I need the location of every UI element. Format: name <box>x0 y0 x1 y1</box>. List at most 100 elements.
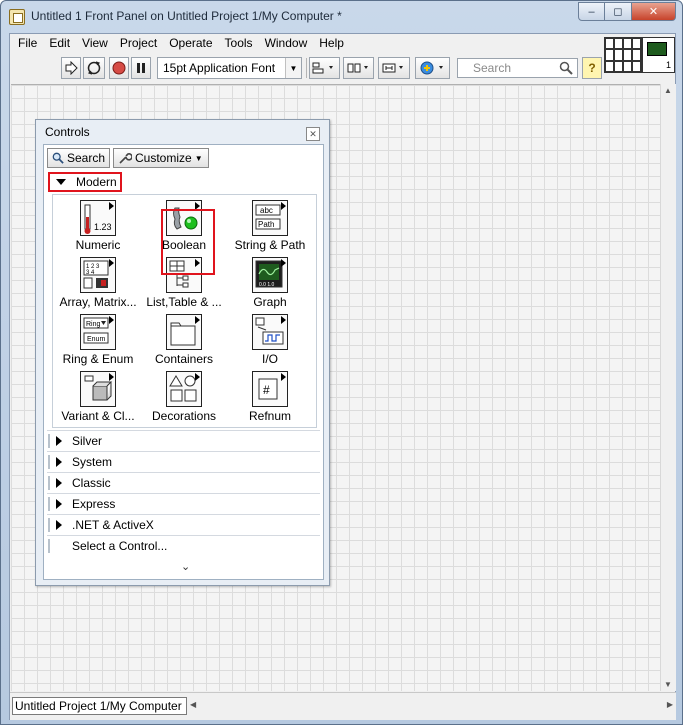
category-label: .NET & ActiveX <box>72 517 154 532</box>
category-silver[interactable]: Silver <box>47 430 320 450</box>
svg-text:Path: Path <box>258 220 274 229</box>
palette-item-label: List,Table & ... <box>146 295 222 309</box>
palette-item-label: Array, Matrix... <box>59 295 137 309</box>
palette-item-graph[interactable]: 0.0 1.0 Graph <box>225 255 315 311</box>
labview-app-icon <box>9 9 25 25</box>
collapsed-triangle-icon <box>56 456 62 467</box>
palette-item-label: Variant & Cl... <box>61 409 135 423</box>
select-a-control[interactable]: Select a Control... <box>47 535 320 555</box>
minimize-button[interactable]: – <box>578 2 605 21</box>
menu-tools[interactable]: Tools <box>219 34 259 54</box>
menu-edit[interactable]: Edit <box>43 34 76 54</box>
font-dropdown[interactable]: 15pt Application Font ▼ <box>157 57 302 79</box>
palette-item-decorations[interactable]: Decorations <box>139 369 229 425</box>
run-continuously-button[interactable] <box>83 57 105 79</box>
scroll-left-icon[interactable]: ◀ <box>190 700 196 709</box>
category-label: Express <box>72 496 116 511</box>
palette-item-array-matrix[interactable]: 1 2 33 4 Array, Matrix... <box>53 255 143 311</box>
palette-item-label: String & Path <box>234 238 306 252</box>
category-express[interactable]: Express <box>47 493 320 513</box>
palette-item-numeric[interactable]: 1.23 Numeric <box>53 198 143 254</box>
palette-item-label: Containers <box>154 352 214 366</box>
search-icon <box>52 152 64 164</box>
vertical-scrollbar[interactable]: ▲ ▼ <box>660 84 676 691</box>
io-icon <box>252 314 288 350</box>
controls-palette[interactable]: Controls ✕ Search Customize ▼ Modern 1.2 <box>35 119 330 586</box>
palette-item-ring-enum[interactable]: Ring Enum Ring & Enum <box>53 312 143 368</box>
category-modern[interactable]: Modern <box>48 172 122 192</box>
palette-item-io[interactable]: I/O <box>225 312 315 368</box>
search-input[interactable]: Search <box>457 58 578 78</box>
chevron-down-icon: ▼ <box>194 153 203 163</box>
vi-icon[interactable]: 1 <box>642 37 675 73</box>
palette-close-button[interactable]: ✕ <box>306 127 320 141</box>
palette-search-button[interactable]: Search <box>47 148 110 168</box>
project-context-path[interactable]: Untitled Project 1/My Computer <box>12 697 187 715</box>
resize-objects-button[interactable] <box>378 57 410 79</box>
run-continuously-icon <box>87 61 101 75</box>
menu-help[interactable]: Help <box>313 34 350 54</box>
category-dotnet-activex[interactable]: .NET & ActiveX <box>47 514 320 534</box>
reorder-button[interactable] <box>415 57 450 79</box>
palette-body: Search Customize ▼ Modern 1.23 Numeric B… <box>43 144 324 580</box>
numeric-icon: 1.23 <box>80 200 116 236</box>
palette-item-label: I/O <box>261 352 278 366</box>
context-help-button[interactable]: ? <box>582 57 602 79</box>
palette-item-label: Ring & Enum <box>62 352 134 366</box>
decorations-icon <box>166 371 202 407</box>
svg-text:3 4: 3 4 <box>86 270 95 276</box>
palette-item-label: Graph <box>253 295 287 309</box>
svg-text:0.0 1.0: 0.0 1.0 <box>259 282 275 288</box>
vi-icon-number: 1 <box>665 60 671 70</box>
category-system[interactable]: System <box>47 451 320 471</box>
font-dropdown-value: 15pt Application Font <box>163 61 276 75</box>
svg-text:1.23: 1.23 <box>94 222 112 232</box>
menu-project[interactable]: Project <box>114 34 163 54</box>
ring-enum-icon: Ring Enum <box>80 314 116 350</box>
menu-operate[interactable]: Operate <box>163 34 218 54</box>
palette-item-label: Decorations <box>151 409 217 423</box>
scroll-down-icon[interactable]: ▼ <box>664 680 672 689</box>
search-placeholder: Search <box>473 61 512 75</box>
category-label: Classic <box>72 475 111 490</box>
title-bar[interactable]: Untitled 1 Front Panel on Untitled Proje… <box>1 1 683 33</box>
align-objects-icon <box>312 62 333 74</box>
collapsed-triangle-icon <box>56 498 62 509</box>
graph-icon: 0.0 1.0 <box>252 257 288 293</box>
distribute-objects-button[interactable] <box>343 57 374 79</box>
svg-text:abc: abc <box>260 206 273 215</box>
category-label: Silver <box>72 433 103 448</box>
collapsed-triangle-icon <box>56 435 62 446</box>
menu-window[interactable]: Window <box>259 34 314 54</box>
toolbar-separator <box>306 58 307 78</box>
align-objects-button[interactable] <box>309 57 340 79</box>
palette-item-label: Refnum <box>248 409 292 423</box>
palette-item-containers[interactable]: Containers <box>139 312 229 368</box>
palette-item-string-path[interactable]: abc Path String & Path <box>225 198 315 254</box>
distribute-objects-icon <box>347 63 368 73</box>
menu-view[interactable]: View <box>76 34 114 54</box>
toolbar: 15pt Application Font ▼ Search ? <box>10 54 605 82</box>
close-button[interactable]: ✕ <box>632 2 676 21</box>
palette-item-refnum[interactable]: # Refnum <box>225 369 315 425</box>
palette-item-variant-class[interactable]: Variant & Cl... <box>53 369 143 425</box>
connector-pane[interactable] <box>604 37 642 73</box>
category-classic[interactable]: Classic <box>47 472 320 492</box>
scroll-right-icon[interactable]: ▶ <box>667 700 673 709</box>
maximize-button[interactable]: ◻ <box>605 2 632 21</box>
horizontal-scrollbar[interactable]: ◀ ▶ <box>188 698 675 714</box>
array-matrix-icon: 1 2 33 4 <box>80 257 116 293</box>
menu-bar: File Edit View Project Operate Tools Win… <box>10 34 350 54</box>
scroll-up-icon[interactable]: ▲ <box>664 86 672 95</box>
abort-button[interactable] <box>109 57 129 79</box>
wrench-icon <box>119 153 132 164</box>
expand-more-icon[interactable]: ⌄ <box>181 560 190 573</box>
expanded-triangle-icon <box>56 179 66 185</box>
run-button[interactable] <box>61 57 81 79</box>
menu-file[interactable]: File <box>12 34 43 54</box>
collapsed-triangle-icon <box>56 477 62 488</box>
category-modern-label: Modern <box>76 175 117 189</box>
string-path-icon: abc Path <box>252 200 288 236</box>
pause-button[interactable] <box>131 57 151 79</box>
palette-customize-button[interactable]: Customize ▼ <box>113 148 209 168</box>
